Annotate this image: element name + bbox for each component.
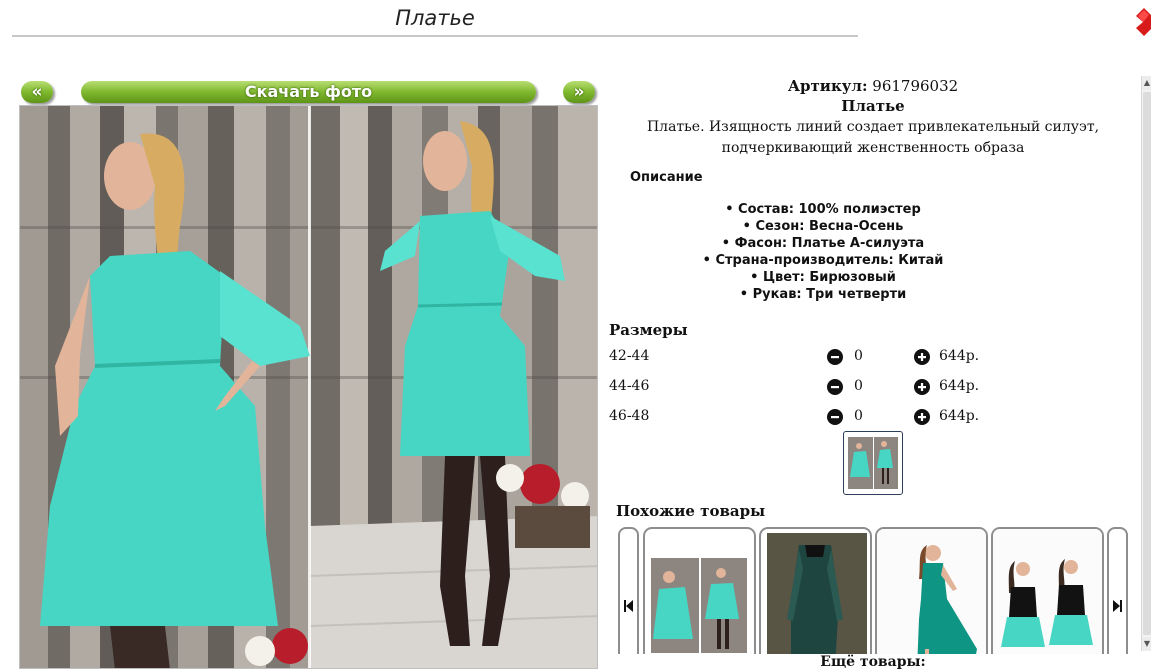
quantity-value: 0 (854, 378, 863, 394)
next-photo-button[interactable]: » (563, 81, 595, 103)
plus-icon[interactable] (914, 379, 930, 395)
product-photo (19, 105, 598, 669)
download-photo-button[interactable]: Скачать фото (81, 81, 536, 103)
quantity-value: 0 (854, 408, 863, 424)
size-label: 46-48 (609, 408, 650, 424)
prev-photo-button[interactable]: « (21, 81, 53, 103)
photo-thumbnail[interactable] (843, 431, 903, 495)
size-label: 42-44 (609, 348, 650, 364)
feature-item: Состав: 100% полиэстер (606, 201, 1040, 218)
title-divider (12, 35, 858, 37)
minus-icon[interactable] (827, 379, 843, 395)
sizes-heading: Размеры (609, 321, 688, 339)
feature-item: Страна-производитель: Китай (606, 252, 1040, 269)
similar-heading: Похожие товары (616, 502, 766, 520)
description-heading: Описание (630, 170, 703, 185)
carousel-prev-button[interactable] (618, 527, 639, 669)
size-row: 46-48 0 644р. (606, 408, 1140, 428)
minus-icon[interactable] (827, 409, 843, 425)
article-line: Артикул: 961796032 (606, 77, 1140, 95)
size-row: 44-46 0 644р. (606, 378, 1140, 398)
size-price: 644р. (939, 408, 980, 424)
scrollbar-thumb[interactable] (1143, 92, 1151, 635)
size-row: 42-44 0 644р. (606, 348, 1140, 368)
article-label: Артикул: (787, 77, 868, 95)
skip-forward-icon (1113, 600, 1122, 612)
feature-item: Рукав: Три четверти (606, 286, 1040, 303)
product-info-panel: Артикул: 961796032 Платье Платье. Изящно… (606, 72, 1140, 669)
page-title: Платье (395, 6, 475, 30)
close-x-icon[interactable] (1134, 8, 1151, 36)
more-products-link[interactable]: Ещё товары: (606, 654, 1140, 669)
similar-product-card[interactable] (759, 527, 872, 669)
similar-product-card[interactable] (643, 527, 756, 669)
carousel-next-button[interactable] (1107, 527, 1128, 669)
plus-icon[interactable] (914, 409, 930, 425)
scroll-down-arrow-icon[interactable]: ▼ (1142, 637, 1151, 651)
size-label: 44-46 (609, 378, 650, 394)
product-name: Платье (841, 97, 905, 115)
feature-item: Фасон: Платье А-силуэта (606, 235, 1040, 252)
feature-item: Сезон: Весна-Осень (606, 218, 1040, 235)
product-description: Платье. Изящность линий создает привлека… (646, 119, 1100, 156)
skip-back-icon (624, 600, 633, 612)
similar-product-card[interactable] (991, 527, 1104, 669)
plus-icon[interactable] (914, 349, 930, 365)
scroll-up-arrow-icon[interactable]: ▲ (1142, 76, 1151, 90)
size-price: 644р. (939, 378, 980, 394)
minus-icon[interactable] (827, 349, 843, 365)
feature-list: Состав: 100% полиэстер Сезон: Весна-Осен… (606, 201, 1040, 303)
feature-item: Цвет: Бирюзовый (606, 269, 1040, 286)
vertical-scrollbar[interactable]: ▲ ▼ (1141, 76, 1151, 651)
article-value: 961796032 (872, 77, 959, 95)
size-price: 644р. (939, 348, 980, 364)
similar-product-card[interactable] (875, 527, 988, 669)
quantity-value: 0 (854, 348, 863, 364)
